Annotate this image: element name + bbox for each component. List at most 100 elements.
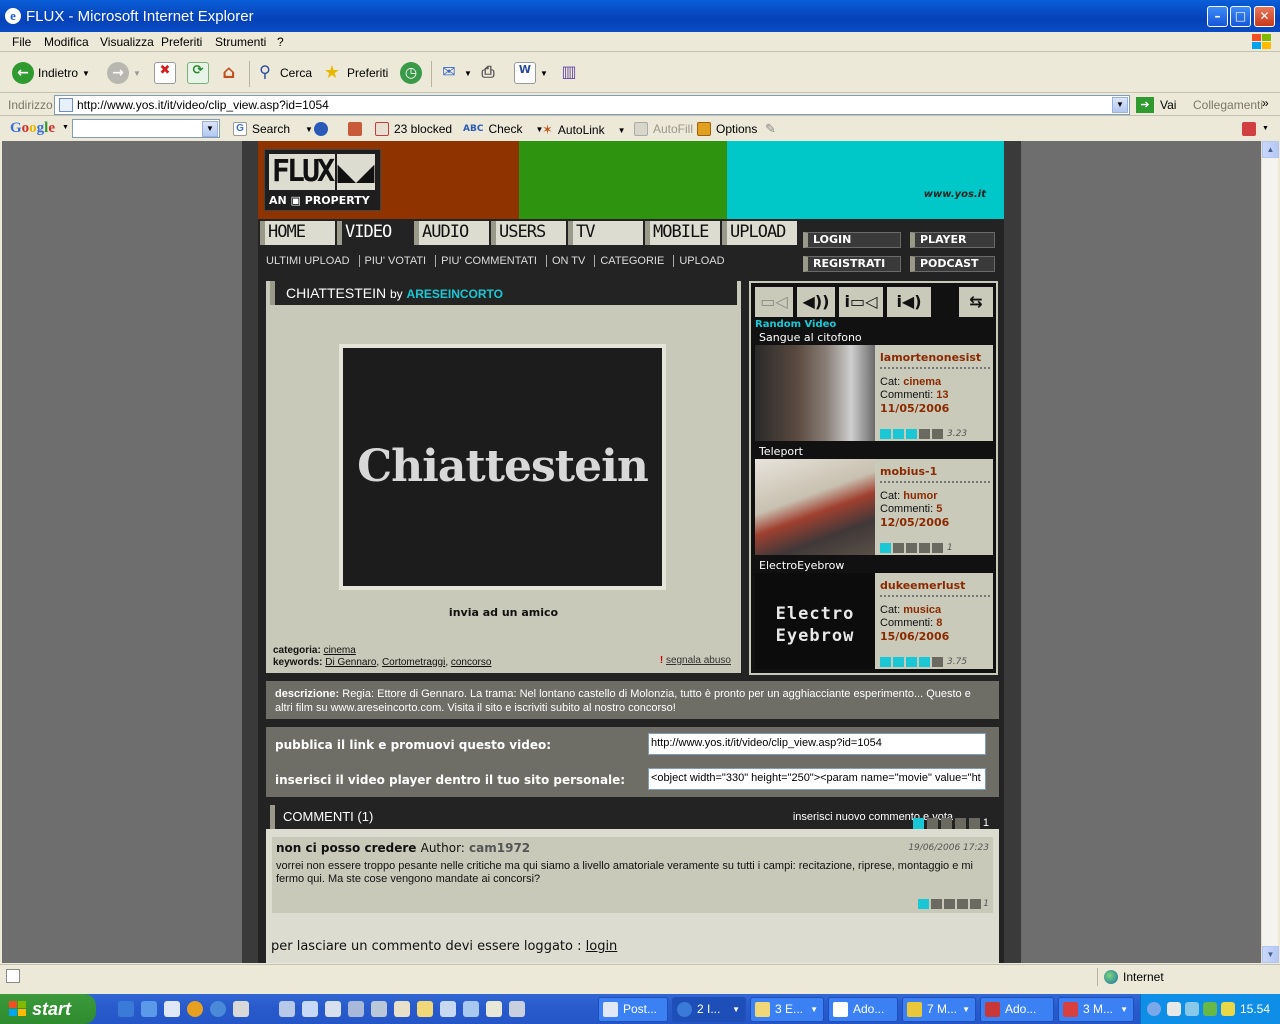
random-video-card[interactable]: Sangue al citofono lamortenonesist Cat: … [755, 331, 993, 441]
popup-blocker[interactable]: 23 blocked [375, 122, 452, 136]
start-button[interactable]: start [0, 994, 96, 1024]
refresh-button[interactable]: ⟳ [187, 61, 209, 85]
random-video-user[interactable]: dukeemerlust [880, 579, 990, 597]
player-button[interactable]: PLAYER [910, 232, 995, 248]
quicklaunch-ie-icon[interactable] [118, 1001, 134, 1017]
login-button[interactable]: LOGIN [803, 232, 901, 248]
mail-dropdown-icon[interactable]: ▼ [464, 69, 472, 78]
random-video-card[interactable]: Teleport mobius-1 Cat: humor Commenti: 5… [755, 445, 993, 555]
tray-icon[interactable] [1203, 1002, 1217, 1016]
links-toolbar[interactable]: Collegamenti [1193, 98, 1263, 112]
tray-icon[interactable] [1185, 1002, 1199, 1016]
taskbar-item[interactable]: 7 M... ▼ [902, 997, 976, 1022]
keyword-link[interactable]: Di Gennaro [325, 657, 376, 668]
vote-box[interactable] [968, 817, 980, 829]
print-button[interactable]: ⎙ [477, 61, 499, 85]
quicklaunch-calc-icon[interactable] [233, 1001, 249, 1017]
quicklaunch-icon[interactable] [164, 1001, 180, 1017]
video-author-link[interactable]: ARESEINCORTO [407, 287, 503, 301]
vertical-scrollbar[interactable]: ▲ ▼ [1261, 141, 1279, 963]
tab-video[interactable]: VIDEO [337, 221, 412, 245]
edit-button[interactable]: W ▼ [514, 61, 548, 85]
menu-preferiti[interactable]: Preferiti [161, 35, 202, 49]
search-button[interactable]: ⚲ Cerca [254, 61, 312, 85]
google-history-dropdown-icon[interactable]: ▼ [202, 121, 218, 137]
search-dropdown-icon[interactable]: ▼ [305, 125, 313, 134]
video-thumbnail[interactable] [755, 345, 875, 441]
tab-home[interactable]: HOME [260, 221, 335, 245]
translate-dropdown-icon[interactable]: ▼ [1262, 125, 1269, 132]
login-link[interactable]: login [586, 939, 618, 954]
random-video-user[interactable]: mobius-1 [880, 465, 990, 483]
keyword-link[interactable]: Cortometraggi [382, 657, 445, 668]
embed-code-input[interactable]: <object width="330" height="250"><param … [648, 768, 986, 790]
tab-mobile[interactable]: MOBILE [645, 221, 720, 245]
comment-author[interactable]: cam1972 [469, 841, 530, 855]
subnav-categorie[interactable]: CATEGORIE [594, 255, 673, 267]
tray-icon[interactable] [1221, 1002, 1235, 1016]
quicklaunch-icon[interactable] [371, 1001, 387, 1017]
home-button[interactable]: ⌂ [218, 61, 240, 85]
refresh-random-icon[interactable]: ⇆ [959, 287, 993, 317]
spell-check-button[interactable]: ABC Check ▼ [463, 122, 543, 136]
vote-box[interactable] [926, 817, 938, 829]
pagerank-icon[interactable] [314, 122, 328, 136]
quicklaunch-icon[interactable] [279, 1001, 295, 1017]
info-audio-icon[interactable]: i◀) [887, 287, 931, 317]
address-dropdown-icon[interactable]: ▼ [1112, 97, 1128, 113]
menu-visualizza[interactable]: Visualizza [100, 35, 154, 49]
info-video-icon[interactable]: i▭◁ [839, 287, 883, 317]
menu-help[interactable]: ? [277, 35, 284, 49]
quicklaunch-media-icon[interactable] [187, 1001, 203, 1017]
google-menu-dropdown-icon[interactable]: ▼ [62, 124, 69, 131]
subnav-ultimi-upload[interactable]: ULTIMI UPLOAD [262, 255, 359, 267]
scroll-up-icon[interactable]: ▲ [1262, 141, 1279, 158]
mail-button[interactable]: ✉ ▼ [438, 61, 472, 85]
close-button[interactable]: ✕ [1254, 6, 1275, 27]
flux-logo[interactable]: FLUX ◣◢ AN ▣ PROPERTY [264, 149, 381, 211]
forward-dropdown-icon[interactable]: ▼ [133, 69, 141, 78]
video-player[interactable]: Chiattestein [339, 344, 666, 590]
vote-box[interactable] [912, 817, 924, 829]
research-button[interactable]: ▥ [558, 61, 580, 85]
autolink-button[interactable]: ✶ AutoLink ▼ [542, 122, 626, 138]
share-link-input[interactable]: http://www.yos.it/it/video/clip_view.asp… [648, 733, 986, 755]
quicklaunch-icon[interactable] [440, 1001, 456, 1017]
scroll-down-icon[interactable]: ▼ [1262, 946, 1279, 963]
vote-box[interactable] [954, 817, 966, 829]
subnav-upload[interactable]: UPLOAD [673, 255, 733, 267]
subnav-piu-commentati[interactable]: PIU' COMMENTATI [435, 255, 546, 267]
google-search-button[interactable]: G Search ▼ [233, 122, 313, 136]
back-dropdown-icon[interactable]: ▼ [82, 69, 90, 78]
quicklaunch-icon[interactable] [394, 1001, 410, 1017]
site-url[interactable]: www.yos.it [924, 189, 986, 200]
taskbar-item[interactable]: 3 E... ▼ [750, 997, 824, 1022]
podcast-button[interactable]: PODCAST [910, 256, 995, 272]
stop-button[interactable]: ✖ [154, 61, 176, 85]
taskbar-item[interactable]: 3 M... ▼ [1058, 997, 1134, 1022]
translate-icon[interactable] [1242, 122, 1256, 136]
random-video-title[interactable]: Teleport [755, 445, 993, 459]
send-to-friend-link[interactable]: invia ad un amico [266, 606, 741, 619]
random-video-card[interactable]: ElectroEyebrow Electro Eyebrow dukeemerl… [755, 559, 993, 669]
video-camera-icon[interactable]: ▭◁ [755, 287, 793, 317]
tab-upload[interactable]: UPLOAD [722, 221, 797, 245]
taskbar-item[interactable]: Ado... [828, 997, 898, 1022]
google-logo[interactable]: Google [10, 120, 55, 137]
quicklaunch-icon[interactable] [302, 1001, 318, 1017]
tray-icon[interactable] [1167, 1002, 1181, 1016]
edit-dropdown-icon[interactable]: ▼ [540, 69, 548, 78]
favorites-button[interactable]: ★ Preferiti [321, 61, 388, 85]
chevron-right-icon[interactable]: » [1262, 96, 1269, 110]
go-button[interactable]: ➔ Vai [1136, 97, 1176, 113]
keyword-link[interactable]: concorso [451, 657, 492, 668]
quicklaunch-icon[interactable] [348, 1001, 364, 1017]
subnav-on-tv[interactable]: ON TV [545, 255, 594, 267]
tab-tv[interactable]: TV [568, 221, 643, 245]
options-button[interactable]: Options [697, 122, 757, 136]
forward-button[interactable]: → ▼ [107, 61, 141, 85]
quicklaunch-icon[interactable] [325, 1001, 341, 1017]
register-button[interactable]: REGISTRATI [803, 256, 901, 272]
tray-expand-icon[interactable] [1147, 1002, 1161, 1016]
quicklaunch-folder-icon[interactable] [417, 1001, 433, 1017]
